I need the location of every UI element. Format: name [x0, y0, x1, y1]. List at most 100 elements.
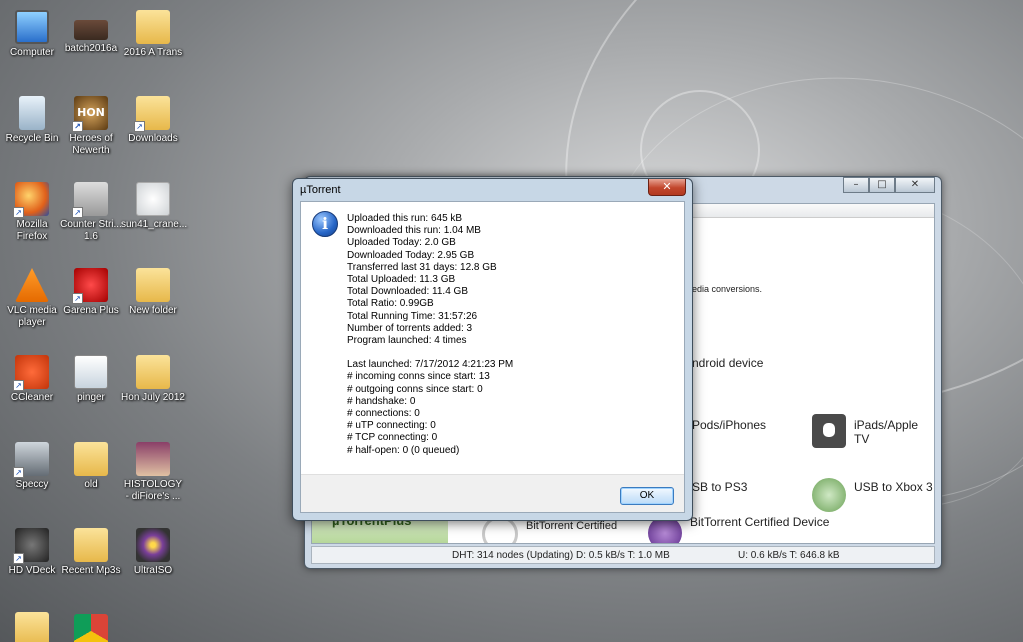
desktop-icon-chrome[interactable]: [59, 614, 123, 642]
desktop-icon-label: Counter Stri... 1.6: [60, 219, 122, 242]
maximize-icon[interactable]: □: [869, 177, 895, 193]
stat-line: # uTP connecting: 0: [347, 420, 436, 432]
ipads-apple-tv-label[interactable]: iPads/Apple TV: [854, 418, 934, 446]
info-icon: i: [312, 211, 338, 237]
desktop-icon-batch2016a[interactable]: batch2016a: [59, 10, 123, 55]
desktop-icon-heroes-of-newerth[interactable]: HON ↗ Heroes of Newerth: [59, 96, 123, 157]
stat-line: Downloaded this run: 1.04 MB: [347, 225, 481, 237]
ipods-iphones-label[interactable]: Pods/iPhones: [692, 418, 766, 432]
desktop-icon-new-folder[interactable]: New folder: [121, 268, 185, 317]
android-device-label[interactable]: ndroid device: [692, 356, 763, 370]
stat-line: Uploaded this run: 645 kB: [347, 213, 463, 224]
shortcut-arrow-icon: ↗: [13, 380, 24, 391]
conversions-text: edia conversions.: [692, 284, 763, 294]
desktop-icon-2016-a-trans[interactable]: 2016 A Trans: [121, 10, 185, 59]
desktop-icon-counter-strike[interactable]: ↗ Counter Stri... 1.6: [59, 182, 123, 243]
desktop-icon-label: 2016 A Trans: [123, 47, 183, 58]
garena-icon: ↗: [72, 268, 108, 304]
usb-to-ps3-label[interactable]: SB to PS3: [692, 480, 747, 494]
desktop-icon-label: pinger: [77, 392, 105, 403]
desktop-icon-label: Computer: [10, 47, 54, 58]
stat-line: # connections: 0: [347, 408, 420, 419]
stat-line: Total Ratio: 0.99GB: [347, 298, 434, 310]
document-icon: [136, 442, 170, 476]
stat-line: Total Running Time: 31:57:26: [347, 310, 478, 322]
desktop-icon-speccy[interactable]: ↗ Speccy: [0, 442, 64, 491]
desktop-icon-label: old: [84, 479, 98, 490]
desktop-icon-computer[interactable]: Computer: [0, 10, 64, 59]
apple-device-icon[interactable]: [812, 414, 846, 448]
desktop-icon-label: VLC media player: [7, 305, 57, 328]
stat-line: Transferred last 31 days: 12.8 GB: [347, 261, 497, 273]
status-bar: DHT: 314 nodes (Updating) D: 0.5 kB/s T:…: [311, 546, 935, 564]
stat-line: Total Uploaded: 11.3 GB: [347, 273, 456, 285]
upload-status: U: 0.6 kB/s T: 646.8 kB: [738, 550, 840, 561]
folder-icon: [136, 355, 170, 389]
desktop-icon-label: Recent Mp3s: [61, 565, 121, 576]
stat-line: # half-open: 0 (0 queued): [347, 444, 460, 456]
window-controls: – □ ✕: [843, 177, 935, 193]
folder-icon: [74, 442, 108, 476]
desktop-icon-old[interactable]: old: [59, 442, 123, 491]
vlc-icon: [15, 268, 49, 302]
folder-icon: [136, 268, 170, 302]
desktop-icon-sun41-crane[interactable]: sun41_crane...: [121, 182, 188, 231]
desktop-icon-firefox[interactable]: ↗ Mozilla Firefox: [0, 182, 64, 243]
bittorrent-certified-device-label: BitTorrent Certified Device: [690, 515, 830, 529]
desktop-icon-label: Garena Plus: [63, 305, 119, 316]
shortcut-arrow-icon: ↗: [72, 207, 83, 218]
desktop-icon-ultraiso[interactable]: UltraISO: [121, 528, 185, 577]
desktop-icon-label: New folder: [129, 305, 177, 316]
desktop-icon-label: Mozilla Firefox: [16, 219, 48, 242]
ccleaner-icon: ↗: [13, 355, 49, 391]
desktop-icon-recycle-bin[interactable]: Recycle Bin: [0, 96, 64, 145]
close-icon[interactable]: ✕: [895, 177, 935, 193]
hd-vdeck-icon: ↗: [13, 528, 49, 564]
desktop-icon-partial[interactable]: [0, 612, 64, 642]
computer-icon: [15, 10, 49, 44]
close-icon[interactable]: ✕: [648, 179, 686, 196]
desktop-icon-label: HISTOLOGY - diFiore's ...: [123, 479, 183, 502]
desktop-icon-recent-mp3s[interactable]: Recent Mp3s: [59, 528, 123, 577]
hon-icon: HON ↗: [72, 96, 108, 132]
folder-icon: [136, 10, 170, 44]
desktop-icon-label: CCleaner: [10, 392, 54, 403]
folder-icon: [15, 612, 49, 642]
stat-line: Program launched: 4 times: [347, 334, 467, 346]
desktop-icon-label: Speccy: [15, 479, 49, 490]
ok-button[interactable]: OK: [620, 487, 674, 505]
stat-line: # incoming conns since start: 13: [347, 371, 490, 383]
downloads-folder-icon: ↗: [134, 96, 170, 132]
download-status: D: 0.5 kB/s T: 1.0 MB: [576, 550, 670, 561]
stat-line: Total Downloaded: 11.4 GB: [347, 286, 469, 298]
dialog-body: i Uploaded this run: 645 kB Downloaded t…: [300, 201, 685, 513]
shortcut-arrow-icon: ↗: [13, 553, 24, 564]
desktop-icon-vlc[interactable]: VLC media player: [0, 268, 64, 329]
stats-list: Uploaded this run: 645 kB Downloaded thi…: [347, 213, 513, 457]
statistics-dialog[interactable]: µTorrent ✕ i Uploaded this run: 645 kB D…: [292, 178, 693, 521]
pinger-icon: [74, 355, 108, 389]
desktop-icon-ccleaner[interactable]: ↗ CCleaner: [0, 355, 64, 404]
folder-icon: [74, 528, 108, 562]
desktop-icon-label: Heroes of Newerth: [69, 133, 113, 156]
desktop-icon-hd-vdeck[interactable]: ↗ HD VDeck: [0, 528, 64, 577]
stat-line: Uploaded Today: 2.0 GB: [347, 237, 456, 249]
desktop-icon-garena-plus[interactable]: ↗ Garena Plus: [59, 268, 123, 317]
xbox-icon[interactable]: [812, 478, 846, 512]
desktop-icon-label: Downloads: [128, 133, 178, 144]
desktop-icon-label: Hon July 2012: [121, 392, 185, 403]
stat-line: Last launched: 7/17/2012 4:21:23 PM: [347, 359, 514, 371]
shortcut-arrow-icon: ↗: [72, 293, 83, 304]
minimize-icon[interactable]: –: [843, 177, 869, 193]
desktop-icon-hon-july-2012[interactable]: Hon July 2012: [121, 355, 185, 404]
stat-line: Downloaded Today: 2.95 GB: [347, 249, 475, 261]
desktop-icon-label: Recycle Bin: [5, 133, 59, 144]
desktop-icon-downloads[interactable]: ↗ Downloads: [121, 96, 185, 145]
chrome-icon: [74, 614, 108, 642]
desktop-icon-pinger[interactable]: pinger: [59, 355, 123, 404]
dialog-footer: OK: [301, 474, 684, 512]
shortcut-arrow-icon: ↗: [13, 207, 24, 218]
desktop-icon-histology[interactable]: HISTOLOGY - diFiore's ...: [121, 442, 185, 503]
desktop-icon-label: sun41_crane...: [121, 219, 188, 230]
usb-to-xbox-label[interactable]: USB to Xbox 3: [854, 480, 933, 494]
